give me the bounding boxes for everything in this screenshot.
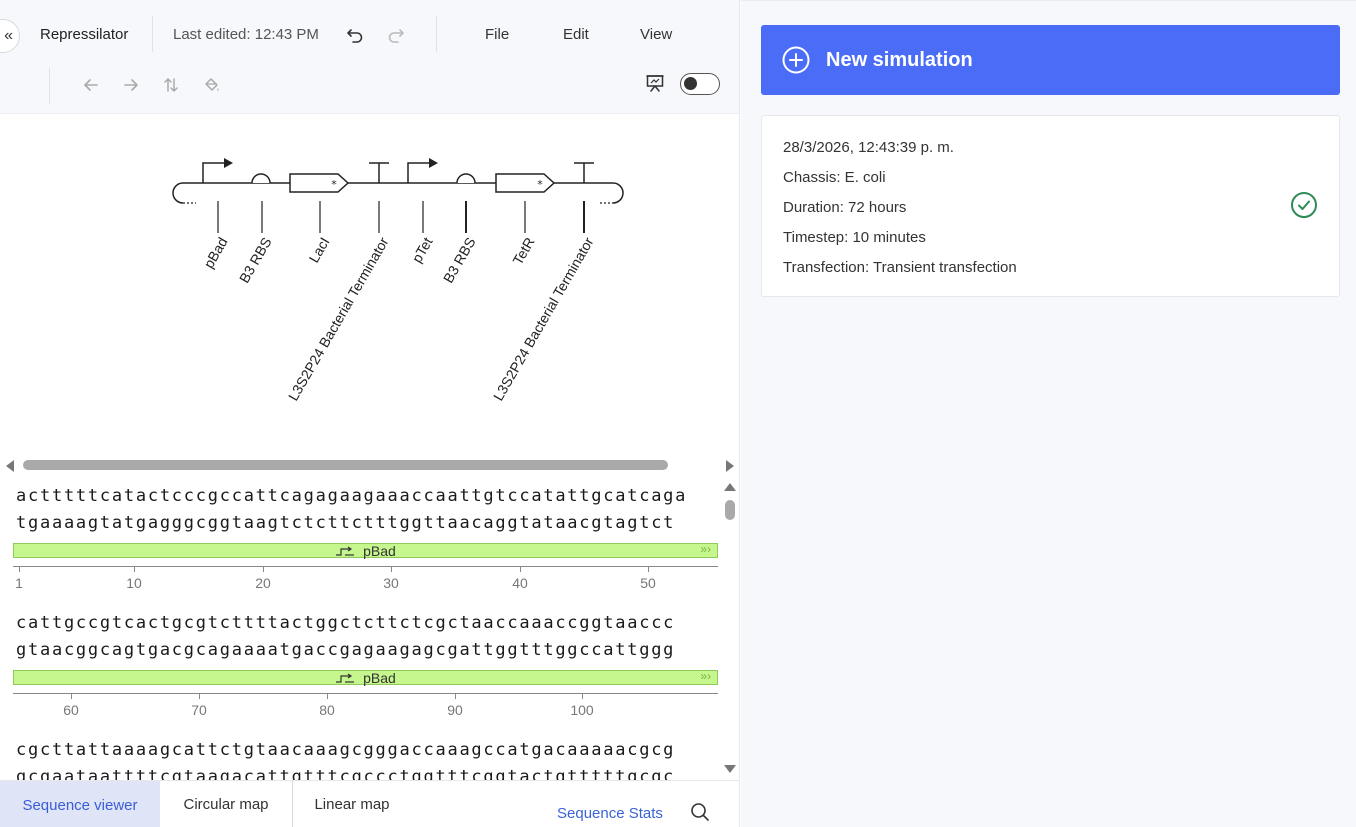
toolbar-divider bbox=[436, 16, 437, 52]
last-edited-label: Last edited: 12:43 PM bbox=[173, 26, 319, 43]
rbs-glyph[interactable] bbox=[251, 173, 271, 184]
undo-icon[interactable] bbox=[344, 24, 366, 46]
diagram-label-tetr: TetR bbox=[509, 235, 537, 268]
swap-vertical-icon[interactable] bbox=[160, 74, 182, 96]
scroll-left-icon[interactable] bbox=[5, 460, 15, 472]
diagram-label-rbs: B3 RBS bbox=[440, 235, 479, 286]
direction-arrows: »› bbox=[700, 669, 711, 683]
ruler-tick-label: 90 bbox=[447, 702, 463, 718]
toggle-knob bbox=[684, 77, 697, 90]
simulation-panel: New simulation 28/3/2026, 12:43:39 p. m.… bbox=[741, 0, 1356, 827]
app-root: « Repressilator Last edited: 12:43 PM Fi… bbox=[0, 0, 1356, 827]
scroll-up-icon[interactable] bbox=[724, 482, 736, 492]
toolbar-divider bbox=[152, 16, 153, 52]
sequence-top-strand[interactable]: cattgccgtcactgcgtcttttactggctcttctcgctaa… bbox=[16, 613, 675, 633]
secondary-toolbar bbox=[0, 68, 739, 114]
svg-text:*: * bbox=[331, 178, 337, 191]
menu-view[interactable]: View bbox=[640, 26, 672, 43]
rbs-glyph[interactable] bbox=[456, 173, 476, 184]
scroll-right-icon[interactable] bbox=[725, 460, 735, 472]
promoter-icon bbox=[336, 546, 355, 556]
terminator-glyph[interactable] bbox=[369, 162, 389, 183]
position-ruler: 1 10 20 30 40 50 bbox=[13, 566, 718, 591]
plus-circle-icon bbox=[782, 46, 810, 74]
simulation-timestep: Timestep: 10 minutes bbox=[783, 229, 926, 246]
paint-bucket-icon[interactable] bbox=[200, 74, 222, 96]
arrow-left-icon[interactable] bbox=[80, 74, 102, 96]
sequence-bottom-strand[interactable]: gcgaataattttcgtaagacattgtttcgccctggtttcg… bbox=[16, 767, 675, 780]
toolbar-divider bbox=[49, 68, 50, 104]
scrollbar-thumb[interactable] bbox=[725, 500, 735, 520]
sequence-top-strand[interactable]: cgcttattaaaagcattctgtaacaaagcgggaccaaagc… bbox=[16, 740, 675, 760]
ruler-tick-label: 70 bbox=[191, 702, 207, 718]
promoter-pbad-glyph[interactable] bbox=[202, 158, 233, 183]
new-simulation-button[interactable]: New simulation bbox=[761, 25, 1340, 95]
feature-annotation[interactable]: pBad »› bbox=[13, 542, 718, 559]
horizontal-scrollbar[interactable] bbox=[0, 458, 739, 474]
diagram-label-terminator: L3S2P24 Bacterial Terminator bbox=[285, 234, 392, 403]
sequence-top-strand[interactable]: actttttcatactcccgccattcagagaagaaaccaattg… bbox=[16, 486, 687, 506]
feature-label: pBad bbox=[363, 542, 396, 559]
ruler-tick-label: 100 bbox=[570, 702, 594, 718]
diagram-label-rbs: B3 RBS bbox=[236, 235, 275, 286]
scrollbar-thumb[interactable] bbox=[23, 460, 668, 470]
promoter-icon bbox=[336, 673, 355, 683]
top-toolbar: « Repressilator Last edited: 12:43 PM Fi… bbox=[0, 0, 739, 68]
tab-circular-map[interactable]: Circular map bbox=[160, 781, 292, 827]
diagram-label-terminator: L3S2P24 Bacterial Terminator bbox=[490, 234, 597, 403]
ruler-tick-label: 80 bbox=[319, 702, 335, 718]
ruler-tick-label: 1 bbox=[15, 575, 23, 591]
sequence-viewer[interactable]: actttttcatactcccgccattcagagaagaaaccaattg… bbox=[0, 476, 739, 780]
cds-laci-glyph[interactable]: * bbox=[289, 173, 350, 193]
svg-text:*: * bbox=[537, 178, 543, 191]
cds-tetr-glyph[interactable]: * bbox=[495, 173, 556, 193]
circuit-svg: * * pBad B3 RBS LacI L3S2P24 Bacterial T… bbox=[172, 158, 624, 403]
scroll-down-icon[interactable] bbox=[724, 764, 736, 774]
check-circle-icon bbox=[1291, 192, 1317, 218]
position-ruler: 60 70 80 90 100 bbox=[13, 693, 718, 718]
view-tabs: Sequence viewer Circular map Linear map … bbox=[0, 780, 739, 827]
terminator-glyph[interactable] bbox=[574, 162, 594, 183]
feature-annotation[interactable]: pBad »› bbox=[13, 669, 718, 686]
document-title[interactable]: Repressilator bbox=[40, 26, 128, 43]
ruler-tick-label: 40 bbox=[512, 575, 528, 591]
design-panel: « Repressilator Last edited: 12:43 PM Fi… bbox=[0, 0, 740, 827]
simulation-duration: Duration: 72 hours bbox=[783, 199, 907, 216]
direction-arrows: »› bbox=[700, 542, 711, 556]
construct-diagram: * * pBad B3 RBS LacI L3S2P24 Bacterial T… bbox=[0, 115, 739, 460]
view-toggle[interactable] bbox=[680, 73, 720, 95]
tab-linear-map[interactable]: Linear map bbox=[293, 781, 411, 827]
menu-edit[interactable]: Edit bbox=[563, 26, 589, 43]
simulation-transfection: Transfection: Transient transfection bbox=[783, 259, 1017, 276]
diagram-label-pbad: pBad bbox=[200, 235, 230, 271]
menu-file[interactable]: File bbox=[485, 26, 509, 43]
simulation-timestamp: 28/3/2026, 12:43:39 p. m. bbox=[783, 139, 954, 156]
presentation-icon[interactable] bbox=[644, 72, 666, 94]
search-icon[interactable] bbox=[689, 801, 711, 823]
sequence-bottom-strand[interactable]: gtaacggcagtgacgcagaaaatgaccgagaagagcgatt… bbox=[16, 640, 675, 660]
simulation-chassis: Chassis: E. coli bbox=[783, 169, 886, 186]
ruler-tick-label: 30 bbox=[383, 575, 399, 591]
label-leaders bbox=[217, 201, 585, 233]
sequence-stats-link[interactable]: Sequence Stats bbox=[557, 805, 663, 822]
diagram-label-ptet: pTet bbox=[409, 234, 436, 265]
new-simulation-label: New simulation bbox=[826, 48, 973, 71]
ruler-tick-label: 60 bbox=[63, 702, 79, 718]
vertical-scrollbar[interactable] bbox=[722, 480, 738, 776]
ruler-tick-label: 50 bbox=[640, 575, 656, 591]
sequence-bottom-strand[interactable]: tgaaaagtatgagggcggtaagtctcttctttggttaaca… bbox=[16, 513, 675, 533]
simulation-card[interactable]: 28/3/2026, 12:43:39 p. m. Chassis: E. co… bbox=[761, 115, 1340, 297]
promoter-ptet-glyph[interactable] bbox=[407, 158, 438, 183]
double-chevron-left-icon[interactable]: « bbox=[0, 19, 20, 53]
feature-label: pBad bbox=[363, 669, 396, 686]
diagram-label-laci: LacI bbox=[306, 235, 333, 266]
redo-icon[interactable] bbox=[385, 24, 407, 46]
arrow-right-icon[interactable] bbox=[120, 74, 142, 96]
ruler-tick-label: 20 bbox=[255, 575, 271, 591]
tab-sequence-viewer[interactable]: Sequence viewer bbox=[0, 781, 160, 827]
ruler-tick-label: 10 bbox=[126, 575, 142, 591]
